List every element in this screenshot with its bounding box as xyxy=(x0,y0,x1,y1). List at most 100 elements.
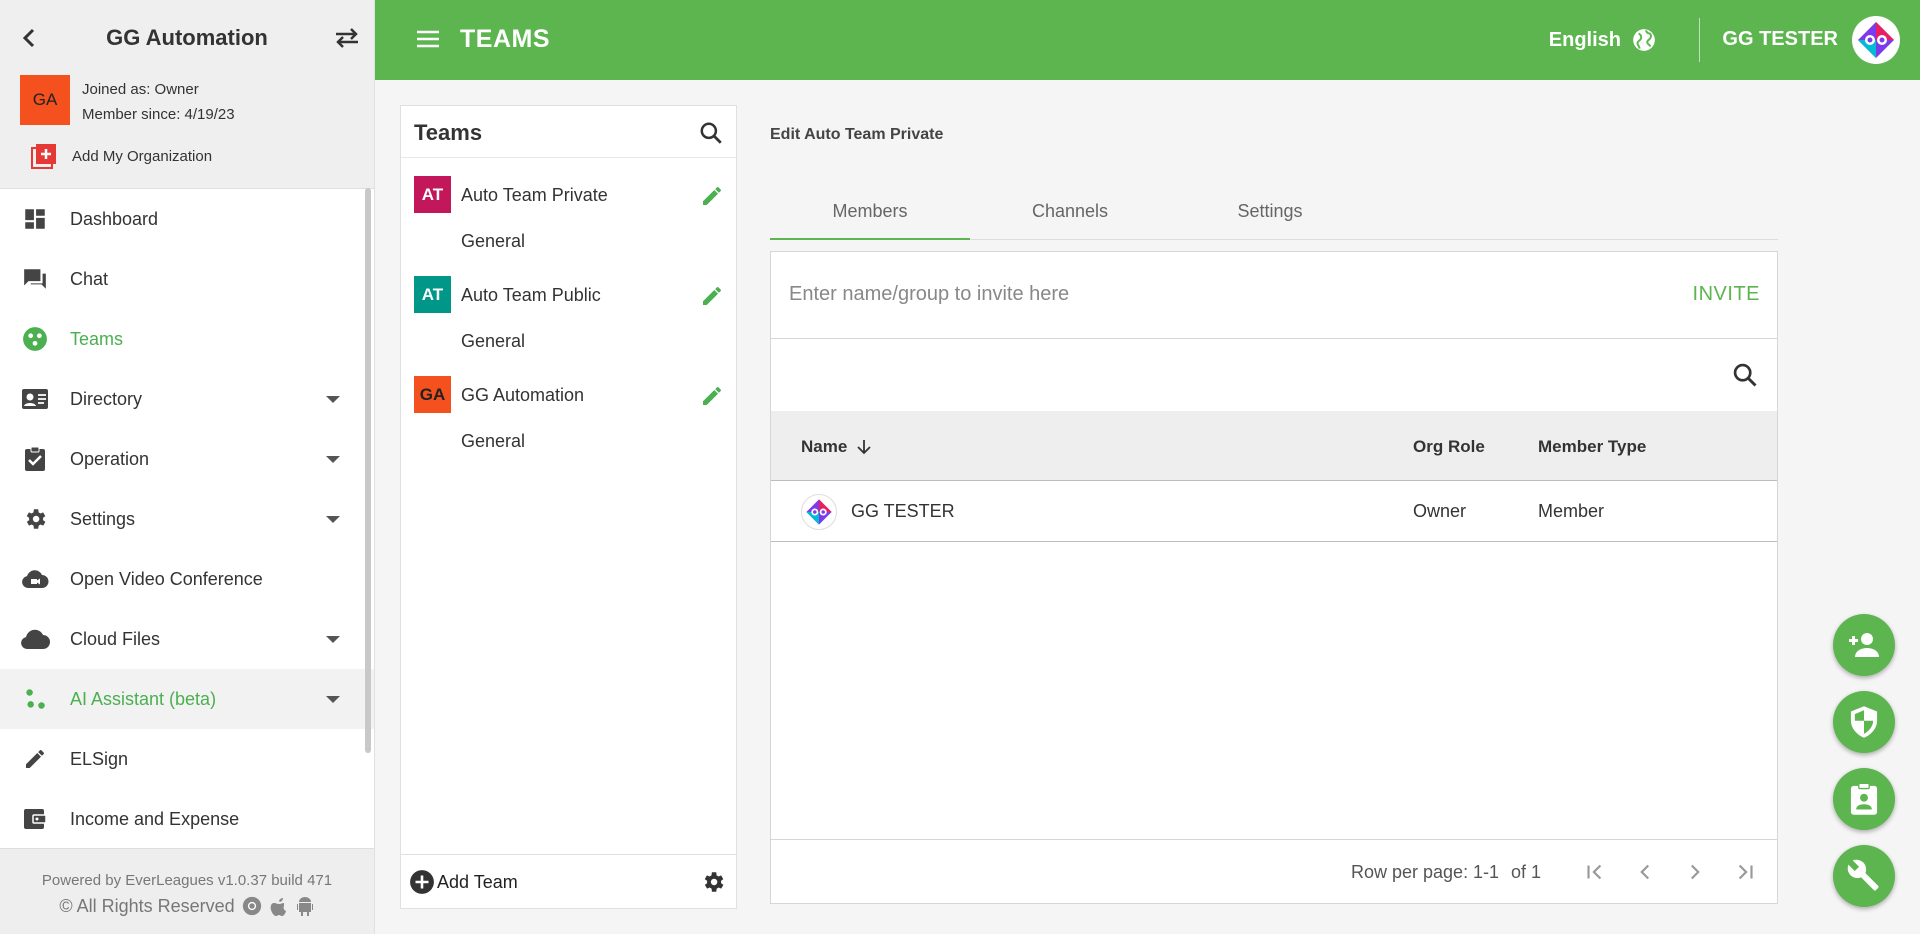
members-panel: INVITE Name Org Role Member Type GG TEST… xyxy=(770,251,1778,904)
joined-as-text: Joined as: Owner xyxy=(82,81,199,98)
apple-icon[interactable] xyxy=(269,895,289,917)
column-header-name[interactable]: Name xyxy=(801,437,873,457)
edit-pencil-icon[interactable] xyxy=(700,384,724,408)
ai-dots-icon xyxy=(20,684,50,714)
add-organization-button[interactable]: Add My Organization xyxy=(30,142,212,170)
team-name[interactable]: Auto Team Private xyxy=(461,185,608,206)
android-icon[interactable] xyxy=(295,895,315,917)
add-circle-icon xyxy=(410,870,434,894)
table-header: Name Org Role Member Type xyxy=(771,411,1777,481)
invite-input[interactable] xyxy=(789,278,1639,310)
sidebar-nav: Dashboard Chat Teams Directory Operation… xyxy=(0,189,374,848)
sidebar-item-dashboard[interactable]: Dashboard xyxy=(0,189,374,249)
tools-fab[interactable] xyxy=(1833,845,1895,907)
gear-icon[interactable] xyxy=(700,869,726,895)
dashboard-icon xyxy=(20,204,50,234)
team-channel[interactable]: General xyxy=(461,231,525,252)
hamburger-menu-icon[interactable] xyxy=(415,28,441,50)
page-total: of 1 xyxy=(1511,862,1542,882)
add-team-button[interactable]: Add Team xyxy=(409,869,518,895)
chevron-down-icon[interactable] xyxy=(326,696,340,703)
sidebar-footer: Powered by EverLeagues v1.0.37 build 471… xyxy=(0,848,374,934)
member-type: Member xyxy=(1538,501,1605,521)
team-item[interactable]: GA GG Automation General xyxy=(401,358,736,458)
rights-row: © All Rights Reserved xyxy=(0,895,374,917)
team-item[interactable]: AT Auto Team Public General xyxy=(401,258,736,358)
last-page-icon[interactable] xyxy=(1732,859,1758,885)
sidebar-item-directory[interactable]: Directory xyxy=(0,369,374,429)
invite-row: INVITE xyxy=(771,252,1777,339)
sidebar-item-label: Teams xyxy=(70,328,124,349)
edit-pencil-icon[interactable] xyxy=(700,284,724,308)
sidebar-item-operation[interactable]: Operation xyxy=(0,429,374,489)
sidebar-item-ai-assistant[interactable]: AI Assistant (beta) xyxy=(0,669,374,729)
tab-channels[interactable]: Channels xyxy=(970,188,1170,239)
page-range: 1-1 xyxy=(1473,862,1500,882)
user-avatar[interactable] xyxy=(1852,16,1900,64)
sidebar-item-video-conference[interactable]: Open Video Conference xyxy=(0,549,374,609)
table-row[interactable]: GG TESTER Owner Member xyxy=(771,481,1777,542)
chevron-down-icon[interactable] xyxy=(326,456,340,463)
team-channel[interactable]: General xyxy=(461,431,525,452)
shield-icon xyxy=(1850,706,1878,738)
column-header-member-type[interactable]: Member Type xyxy=(1538,437,1646,457)
qa-logo-icon xyxy=(806,499,832,525)
org-title: GG Automation xyxy=(106,25,268,50)
teams-panel: Teams AT Auto Team Private General AT Au… xyxy=(400,105,737,909)
language-selector[interactable]: English xyxy=(1549,27,1657,53)
swap-org-icon[interactable] xyxy=(334,26,360,50)
security-fab[interactable] xyxy=(1833,691,1895,753)
rights-text: © All Rights Reserved xyxy=(59,895,235,916)
chrome-icon[interactable] xyxy=(241,895,263,917)
team-channel[interactable]: General xyxy=(461,331,525,352)
sidebar-item-teams[interactable]: Teams xyxy=(0,309,374,369)
sidebar-item-label: Income and Expense xyxy=(70,808,240,829)
edit-pencil-icon[interactable] xyxy=(700,184,724,208)
team-name[interactable]: Auto Team Public xyxy=(461,285,601,306)
team-item[interactable]: AT Auto Team Private General xyxy=(401,158,736,258)
sidebar-item-label: Dashboard xyxy=(70,208,159,229)
search-icon[interactable] xyxy=(698,120,724,146)
search-icon[interactable] xyxy=(1731,361,1759,389)
chevron-down-icon[interactable] xyxy=(326,396,340,403)
globe-icon xyxy=(1633,29,1655,51)
tab-members[interactable]: Members xyxy=(770,188,970,240)
sidebar-item-label: Cloud Files xyxy=(70,628,161,649)
sidebar-item-label: Open Video Conference xyxy=(70,568,263,589)
wrench-icon xyxy=(1847,859,1879,891)
sidebar: GG Automation GA Joined as: Owner Member… xyxy=(0,0,375,934)
chevron-down-icon[interactable] xyxy=(326,636,340,643)
powered-by-text: Powered by EverLeagues v1.0.37 build 471 xyxy=(41,872,333,889)
sidebar-item-settings[interactable]: Settings xyxy=(0,489,374,549)
back-arrow-icon[interactable] xyxy=(18,26,42,50)
teams-panel-title: Teams xyxy=(414,120,483,145)
previous-page-icon[interactable] xyxy=(1632,859,1658,885)
add-person-fab[interactable] xyxy=(1833,614,1895,676)
sidebar-item-elsign[interactable]: ELSign xyxy=(0,729,374,789)
sidebar-item-label: ELSign xyxy=(70,748,129,769)
teams-icon xyxy=(20,324,50,354)
edit-team-title: Edit Auto Team Private xyxy=(770,126,944,143)
sort-arrow-down-icon[interactable] xyxy=(855,438,873,456)
assignment-ind-icon xyxy=(1850,782,1878,815)
sidebar-item-chat[interactable]: Chat xyxy=(0,249,374,309)
sidebar-scrollbar[interactable] xyxy=(365,188,371,753)
assignment-fab[interactable] xyxy=(1833,768,1895,830)
column-header-org-role[interactable]: Org Role xyxy=(1413,437,1485,457)
column-name-label: Name xyxy=(801,437,848,456)
sidebar-item-income-expense[interactable]: Income and Expense xyxy=(0,789,374,848)
team-name[interactable]: GG Automation xyxy=(461,385,584,406)
tab-bar: Members Channels Settings xyxy=(770,188,1778,240)
chat-icon xyxy=(20,264,50,294)
sidebar-item-cloud-files[interactable]: Cloud Files xyxy=(0,609,374,669)
invite-button[interactable]: INVITE xyxy=(1693,283,1760,306)
add-team-label: Add Team xyxy=(437,871,518,892)
tab-settings[interactable]: Settings xyxy=(1170,188,1370,239)
next-page-icon[interactable] xyxy=(1682,859,1708,885)
member-avatar xyxy=(801,494,837,530)
chevron-down-icon[interactable] xyxy=(326,516,340,523)
org-membership-info: Joined as: Owner Member since: 4/19/23 xyxy=(82,77,235,127)
user-name[interactable]: GG TESTER xyxy=(1722,28,1838,51)
team-avatar: AT xyxy=(414,176,451,213)
first-page-icon[interactable] xyxy=(1582,859,1608,885)
